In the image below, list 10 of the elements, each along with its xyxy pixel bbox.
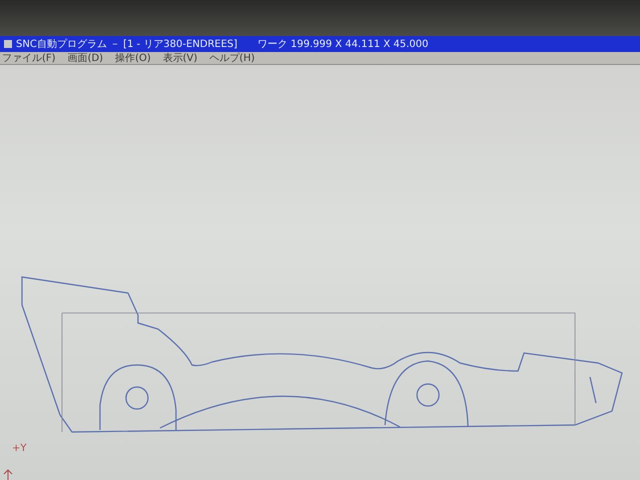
axis-arrow-icon [4, 469, 12, 480]
menu-item[interactable]: 表示(V) [162, 52, 198, 64]
axis-label: +Y [12, 443, 26, 454]
menu-item[interactable]: 操作(O) [115, 52, 151, 64]
menu-item[interactable]: ヘルプ(H) [209, 52, 255, 64]
work-size: ワーク 199.999 X 44.111 X 45.000 [257, 38, 428, 51]
app-icon [4, 40, 12, 48]
window-title: SNC自動プログラム － [1 - リア380-ENDREES] [16, 38, 238, 51]
menu-item[interactable]: 画面(D) [68, 52, 104, 64]
menu-item[interactable]: ファイル(F) [2, 52, 56, 64]
